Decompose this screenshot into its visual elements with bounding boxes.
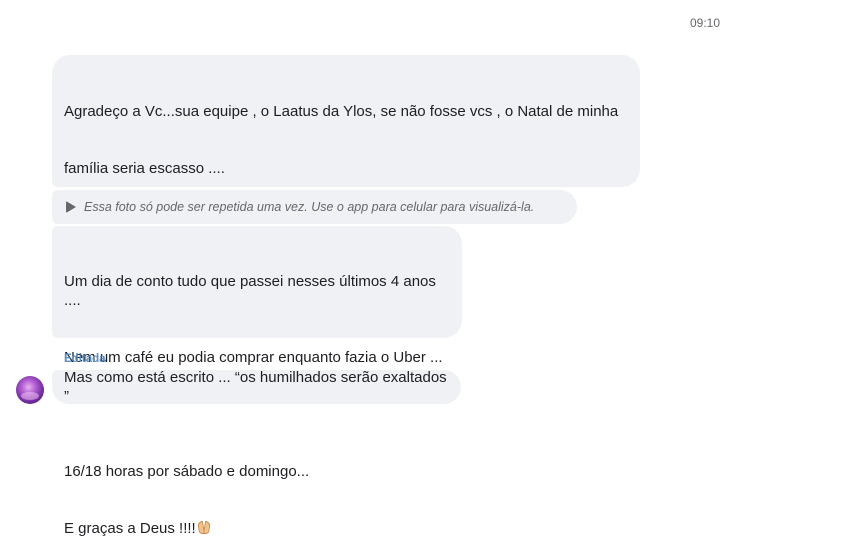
message-bubble-quote[interactable]: Mas como está escrito ... “os humilhados…	[52, 369, 461, 405]
message-text: Mas como está escrito ... “os humilhados…	[64, 369, 451, 405]
message-bubble-story[interactable]: Um dia de conto tudo que passei nesses ú…	[52, 226, 462, 537]
message-line: 16/18 horas por sábado e domingo...	[64, 463, 310, 480]
edited-label: Editada	[64, 353, 106, 365]
message-bubble-thanks[interactable]: Agradeço a Vc...sua equipe , o Laatus da…	[52, 55, 640, 405]
praying-hands-icon	[197, 520, 211, 534]
avatar[interactable]	[16, 376, 44, 404]
message-timestamp: 09:10	[690, 16, 721, 30]
message-line: Um dia de conto tudo que passei nesses ú…	[64, 273, 441, 309]
photo-notice-text: Essa foto só pode ser repetida uma vez. …	[84, 199, 535, 214]
view-once-photo-notice[interactable]: Essa foto só pode ser repetida uma vez. …	[52, 190, 577, 224]
message-line: Agradeço a Vc...sua equipe , o Laatus da…	[64, 103, 619, 120]
message-line-text: E graças a Deus !!!!	[64, 520, 196, 537]
play-icon	[66, 201, 76, 213]
message-line: família seria escasso ....	[64, 160, 225, 177]
message-line-last: E graças a Deus !!!!	[64, 519, 450, 538]
message-line: Nem um café eu podia comprar enquanto fa…	[64, 349, 443, 366]
